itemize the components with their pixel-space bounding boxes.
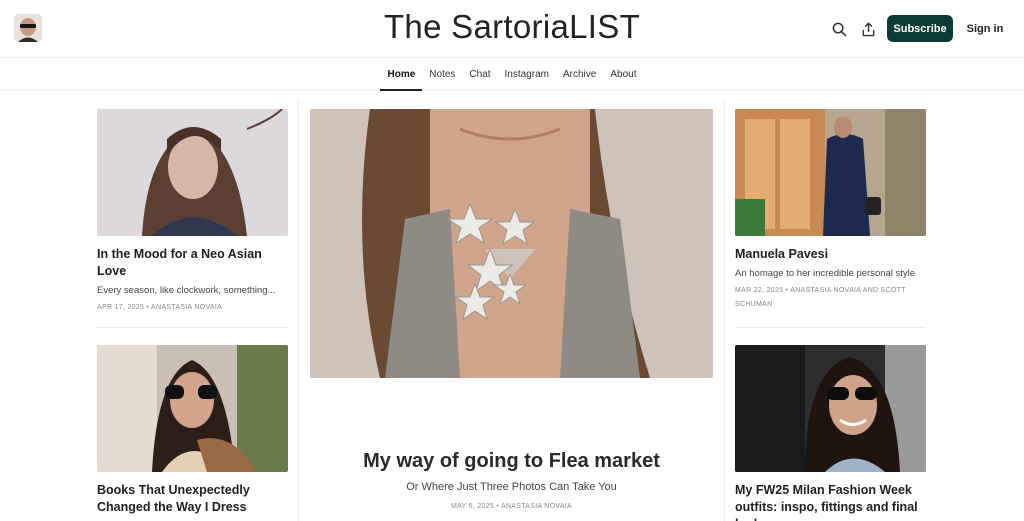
right-column: Manuela Pavesi An homage to her incredib… (735, 109, 926, 521)
post-title[interactable]: Books That Unexpectedly Changed the Way … (97, 482, 288, 516)
post-subtitle: Every season, like clockwork, something.… (97, 285, 276, 296)
post-title[interactable]: In the Mood for a Neo Asian Love (97, 246, 288, 280)
post-divider (97, 327, 288, 328)
post-card[interactable]: Manuela Pavesi An homage to her incredib… (735, 109, 926, 312)
post-card[interactable]: In the Mood for a Neo Asian Love Every s… (97, 109, 288, 315)
post-title[interactable]: Manuela Pavesi (735, 246, 926, 263)
post-divider (735, 327, 926, 328)
featured-image[interactable] (310, 109, 713, 378)
left-column: In the Mood for a Neo Asian Love Every s… (97, 109, 288, 514)
sign-in-button[interactable]: Sign in (962, 15, 1008, 42)
main-nav: Home Notes Chat Instagram Archive About (0, 58, 1024, 91)
share-icon[interactable] (857, 18, 879, 40)
subscribe-button[interactable]: Subscribe (887, 15, 953, 42)
post-subtitle: An homage to her incredible personal sty… (735, 268, 916, 279)
nav-chat[interactable]: Chat (462, 58, 497, 91)
nav-about[interactable]: About (603, 58, 643, 91)
column-divider (724, 100, 725, 521)
post-meta: APR 17, 2025 • ANASTASIA NOVAIA (97, 304, 223, 311)
top-bar: The SartoriaLIST Subscribe Sign in (0, 0, 1024, 58)
nav-home[interactable]: Home (380, 58, 423, 91)
post-thumbnail[interactable] (97, 345, 288, 472)
nav-archive[interactable]: Archive (556, 58, 603, 91)
column-divider (298, 100, 299, 521)
featured-subtitle: Or Where Just Three Photos Can Take You (406, 481, 617, 493)
nav-notes[interactable]: Notes (422, 58, 462, 91)
post-card[interactable]: My FW25 Milan Fashion Week outfits: insp… (735, 345, 926, 521)
search-icon[interactable] (828, 18, 850, 40)
post-thumbnail[interactable] (735, 345, 926, 472)
featured-meta: MAY 5, 2025 • ANASTASIA NOVAIA (450, 503, 573, 510)
post-title[interactable]: My FW25 Milan Fashion Week outfits: insp… (735, 482, 926, 521)
post-thumbnail[interactable] (97, 109, 288, 236)
nav-instagram[interactable]: Instagram (498, 58, 556, 91)
post-meta: MAR 22, 2025 • ANASTASIA NOVAIA AND SCOT… (735, 287, 906, 308)
post-card[interactable]: Books That Unexpectedly Changed the Way … (97, 345, 288, 516)
post-thumbnail[interactable] (735, 109, 926, 236)
featured-post[interactable] (310, 109, 713, 378)
featured-title[interactable]: My way of going to Flea market (310, 450, 713, 473)
